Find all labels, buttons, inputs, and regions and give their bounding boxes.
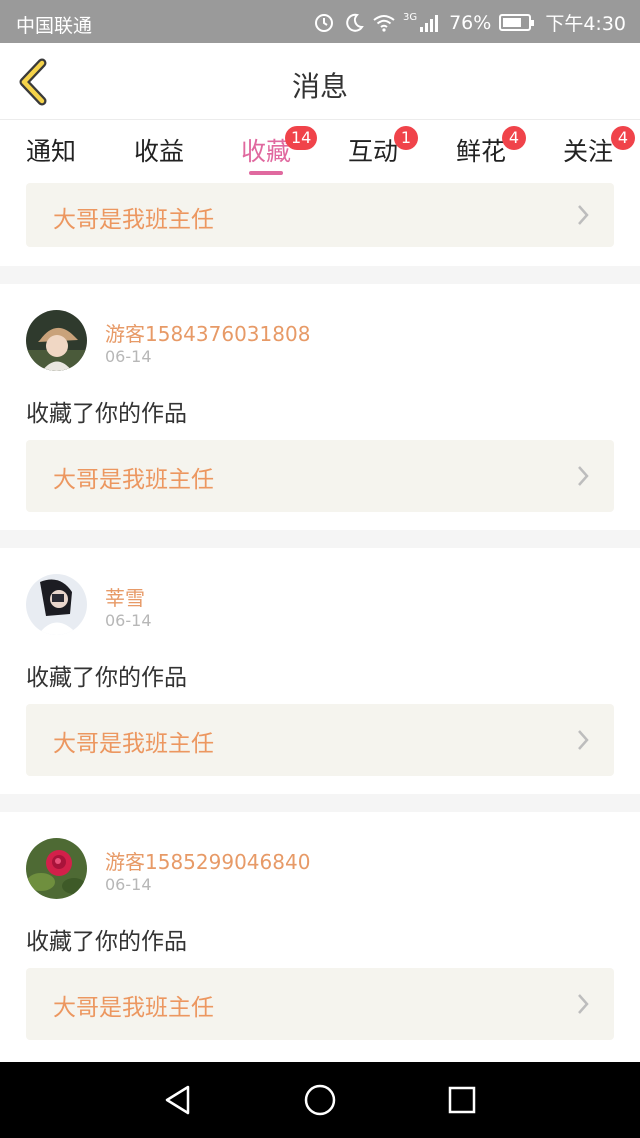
active-tab-indicator bbox=[249, 171, 283, 175]
chevron-right-icon bbox=[578, 466, 589, 486]
chevron-right-icon bbox=[578, 994, 589, 1014]
avatar[interactable] bbox=[26, 838, 87, 899]
tab-label: 互动 bbox=[348, 137, 399, 166]
timestamp: 06-14 bbox=[105, 875, 152, 894]
title-bar: 消息 bbox=[0, 43, 640, 120]
work-title: 大哥是我班主任 bbox=[53, 467, 214, 493]
work-link[interactable]: 大哥是我班主任 bbox=[26, 704, 614, 776]
recents-square-icon[interactable] bbox=[444, 1082, 480, 1118]
clock: 下午4:30 bbox=[545, 13, 626, 35]
network-type: 3G bbox=[402, 12, 418, 23]
list-item: 游客1584376031808 06-14 收藏了你的作品 大哥是我班主任 bbox=[0, 284, 640, 530]
chevron-right-icon bbox=[578, 730, 589, 750]
tab-bar: 通知 收益 收藏 14 互动 1 鲜花 4 关注 4 bbox=[0, 120, 640, 182]
work-title: 大哥是我班主任 bbox=[53, 207, 214, 233]
work-title: 大哥是我班主任 bbox=[53, 731, 214, 757]
system-nav-bar bbox=[0, 1062, 640, 1138]
work-link[interactable]: 大哥是我班主任 bbox=[26, 183, 614, 247]
status-bar: 中国联通 3G 76% 下午4:30 bbox=[0, 0, 640, 43]
tab-label: 收益 bbox=[134, 137, 185, 166]
home-circle-icon[interactable] bbox=[302, 1082, 338, 1118]
username[interactable]: 游客1585299046840 bbox=[105, 846, 310, 875]
status-icons: 3G 76% 下午4:30 bbox=[313, 9, 626, 36]
alarm-icon bbox=[313, 12, 335, 34]
chevron-right-icon bbox=[578, 205, 589, 225]
action-text: 收藏了你的作品 bbox=[26, 401, 187, 427]
battery-fill bbox=[503, 18, 522, 27]
work-title: 大哥是我班主任 bbox=[53, 995, 214, 1021]
unread-badge: 1 bbox=[394, 126, 418, 150]
tab-notifications[interactable]: 通知 bbox=[26, 132, 76, 168]
tab-following[interactable]: 关注 4 bbox=[563, 126, 635, 168]
tab-earnings[interactable]: 收益 bbox=[134, 132, 184, 168]
battery-percent: 76% bbox=[449, 11, 492, 34]
unread-badge: 4 bbox=[502, 126, 526, 150]
page-title: 消息 bbox=[291, 70, 348, 103]
signal-icon bbox=[419, 12, 441, 34]
tab-label: 通知 bbox=[26, 137, 77, 166]
action-text: 收藏了你的作品 bbox=[26, 665, 187, 691]
avatar-girl-hat bbox=[26, 310, 87, 371]
work-link[interactable]: 大哥是我班主任 bbox=[26, 968, 614, 1040]
tab-favorites[interactable]: 收藏 14 bbox=[241, 126, 318, 168]
battery-icon bbox=[499, 14, 535, 31]
carrier-label: 中国联通 bbox=[16, 15, 93, 37]
back-triangle-icon[interactable] bbox=[160, 1082, 196, 1118]
username[interactable]: 莘雪 bbox=[105, 582, 145, 611]
tab-flowers[interactable]: 鲜花 4 bbox=[456, 126, 526, 168]
tab-label: 鲜花 bbox=[456, 137, 507, 166]
moon-icon bbox=[343, 12, 365, 34]
timestamp: 06-14 bbox=[105, 347, 152, 366]
action-text: 收藏了你的作品 bbox=[26, 929, 187, 955]
tab-label: 收藏 bbox=[241, 137, 292, 166]
avatar[interactable] bbox=[26, 574, 87, 635]
wifi-icon bbox=[373, 12, 395, 34]
tab-label: 关注 bbox=[563, 137, 614, 166]
avatar-girl-dark bbox=[26, 574, 87, 635]
timestamp: 06-14 bbox=[105, 611, 152, 630]
list-item: 大哥是我班主任 bbox=[0, 182, 640, 266]
avatar[interactable] bbox=[26, 310, 87, 371]
list-item: 莘雪 06-14 收藏了你的作品 大哥是我班主任 bbox=[0, 548, 640, 794]
avatar-red-rose bbox=[26, 838, 87, 899]
unread-badge: 14 bbox=[285, 126, 318, 150]
message-list[interactable]: 大哥是我班主任 游客1584376031808 06-14 收藏了你的作品 大哥… bbox=[0, 182, 640, 1062]
tab-interactions[interactable]: 互动 1 bbox=[348, 126, 418, 168]
unread-badge: 4 bbox=[611, 126, 635, 150]
work-link[interactable]: 大哥是我班主任 bbox=[26, 440, 614, 512]
list-item: 游客1585299046840 06-14 收藏了你的作品 大哥是我班主任 bbox=[0, 812, 640, 1062]
username[interactable]: 游客1584376031808 bbox=[105, 318, 310, 347]
